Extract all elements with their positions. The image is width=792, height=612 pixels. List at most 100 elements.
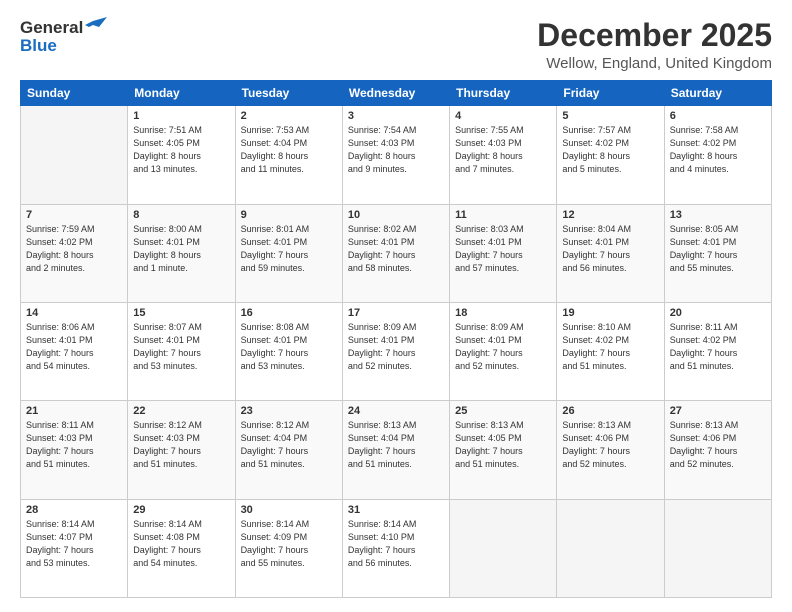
daylight-info: and 52 minutes. [670, 458, 766, 471]
daylight-info: Daylight: 8 hours [241, 150, 337, 163]
day-number: 31 [348, 504, 444, 516]
calendar-cell: 19Sunrise: 8:10 AMSunset: 4:02 PMDayligh… [557, 302, 664, 400]
day-number: 11 [455, 209, 551, 221]
sunset-info: Sunset: 4:02 PM [562, 137, 658, 150]
calendar-table: SundayMondayTuesdayWednesdayThursdayFrid… [20, 80, 772, 598]
sunset-info: Sunset: 4:01 PM [241, 236, 337, 249]
sunset-info: Sunset: 4:01 PM [348, 334, 444, 347]
daylight-info: Daylight: 7 hours [348, 347, 444, 360]
day-number: 29 [133, 504, 229, 516]
daylight-info: Daylight: 7 hours [455, 249, 551, 262]
daylight-info: Daylight: 7 hours [562, 445, 658, 458]
calendar-cell: 8Sunrise: 8:00 AMSunset: 4:01 PMDaylight… [128, 204, 235, 302]
day-number: 28 [26, 504, 122, 516]
calendar-week-3: 14Sunrise: 8:06 AMSunset: 4:01 PMDayligh… [21, 302, 772, 400]
sunset-info: Sunset: 4:03 PM [348, 137, 444, 150]
daylight-info: Daylight: 7 hours [562, 347, 658, 360]
daylight-info: Daylight: 7 hours [241, 544, 337, 557]
daylight-info: and 5 minutes. [562, 163, 658, 176]
daylight-info: and 54 minutes. [26, 360, 122, 373]
day-number: 10 [348, 209, 444, 221]
day-number: 24 [348, 405, 444, 417]
daylight-info: and 58 minutes. [348, 262, 444, 275]
sunrise-info: Sunrise: 8:09 AM [348, 321, 444, 334]
sunset-info: Sunset: 4:02 PM [670, 334, 766, 347]
daylight-info: Daylight: 7 hours [241, 249, 337, 262]
calendar-cell: 25Sunrise: 8:13 AMSunset: 4:05 PMDayligh… [450, 401, 557, 499]
daylight-info: Daylight: 7 hours [133, 544, 229, 557]
daylight-info: Daylight: 7 hours [133, 445, 229, 458]
day-number: 30 [241, 504, 337, 516]
daylight-info: and 56 minutes. [562, 262, 658, 275]
daylight-info: and 52 minutes. [455, 360, 551, 373]
calendar-week-2: 7Sunrise: 7:59 AMSunset: 4:02 PMDaylight… [21, 204, 772, 302]
sunrise-info: Sunrise: 8:08 AM [241, 321, 337, 334]
calendar-cell: 5Sunrise: 7:57 AMSunset: 4:02 PMDaylight… [557, 106, 664, 204]
logo: General Blue [20, 18, 107, 56]
sunrise-info: Sunrise: 8:14 AM [133, 518, 229, 531]
sunset-info: Sunset: 4:01 PM [26, 334, 122, 347]
sunrise-info: Sunrise: 8:06 AM [26, 321, 122, 334]
calendar-cell: 27Sunrise: 8:13 AMSunset: 4:06 PMDayligh… [664, 401, 771, 499]
daylight-info: and 51 minutes. [26, 458, 122, 471]
calendar-cell: 23Sunrise: 8:12 AMSunset: 4:04 PMDayligh… [235, 401, 342, 499]
daylight-info: Daylight: 7 hours [348, 445, 444, 458]
sunset-info: Sunset: 4:04 PM [348, 432, 444, 445]
daylight-info: and 52 minutes. [562, 458, 658, 471]
calendar-week-1: 1Sunrise: 7:51 AMSunset: 4:05 PMDaylight… [21, 106, 772, 204]
daylight-info: Daylight: 7 hours [133, 347, 229, 360]
calendar-cell: 17 Sunrise: 8:09 AMSunset: 4:01 PMDayligh… [342, 302, 449, 400]
daylight-info: and 53 minutes. [133, 360, 229, 373]
sunset-info: Sunset: 4:10 PM [348, 531, 444, 544]
daylight-info: and 51 minutes. [670, 360, 766, 373]
daylight-info: and 51 minutes. [348, 458, 444, 471]
column-header-saturday: Saturday [664, 81, 771, 106]
day-number: 9 [241, 209, 337, 221]
day-number: 5 [562, 110, 658, 122]
daylight-info: and 55 minutes. [670, 262, 766, 275]
day-number: 7 [26, 209, 122, 221]
calendar-cell [664, 499, 771, 597]
sunrise-info: Sunrise: 7:58 AM [670, 124, 766, 137]
sunset-info: Sunset: 4:01 PM [133, 334, 229, 347]
sunset-info: Sunset: 4:02 PM [26, 236, 122, 249]
day-number: 27 [670, 405, 766, 417]
daylight-info: Daylight: 8 hours [133, 249, 229, 262]
daylight-info: Daylight: 8 hours [670, 150, 766, 163]
daylight-info: Daylight: 7 hours [670, 249, 766, 262]
sunrise-info: Sunrise: 8:11 AM [670, 321, 766, 334]
title-block: December 2025 Wellow, England, United Ki… [537, 18, 772, 72]
calendar-cell: 30Sunrise: 8:14 AMSunset: 4:09 PMDayligh… [235, 499, 342, 597]
sunrise-info: Sunrise: 8:13 AM [562, 419, 658, 432]
calendar-cell: 15Sunrise: 8:07 AMSunset: 4:01 PMDayligh… [128, 302, 235, 400]
sunset-info: Sunset: 4:05 PM [133, 137, 229, 150]
day-number: 17 [348, 307, 444, 319]
column-header-thursday: Thursday [450, 81, 557, 106]
sunrise-info: Sunrise: 8:10 AM [562, 321, 658, 334]
logo-blue-text: Blue [20, 36, 57, 56]
daylight-info: Daylight: 8 hours [455, 150, 551, 163]
sunrise-info: Sunrise: 8:03 AM [455, 223, 551, 236]
day-number: 25 [455, 405, 551, 417]
daylight-info: Daylight: 7 hours [26, 445, 122, 458]
calendar-cell: 24 Sunrise: 8:13 AMSunset: 4:04 PMDayligh… [342, 401, 449, 499]
daylight-info: Daylight: 7 hours [455, 347, 551, 360]
sunrise-info: Sunrise: 7:53 AM [241, 124, 337, 137]
logo-general-text: General [20, 18, 83, 38]
sunrise-info: Sunrise: 8:05 AM [670, 223, 766, 236]
sunrise-info: Sunrise: 8:12 AM [133, 419, 229, 432]
sunset-info: Sunset: 4:06 PM [670, 432, 766, 445]
calendar-cell: 2Sunrise: 7:53 AMSunset: 4:04 PMDaylight… [235, 106, 342, 204]
sunrise-info: Sunrise: 8:13 AM [348, 419, 444, 432]
calendar-cell: 12Sunrise: 8:04 AMSunset: 4:01 PMDayligh… [557, 204, 664, 302]
daylight-info: Daylight: 8 hours [348, 150, 444, 163]
calendar-cell: 21Sunrise: 8:11 AMSunset: 4:03 PMDayligh… [21, 401, 128, 499]
daylight-info: Daylight: 7 hours [348, 249, 444, 262]
calendar-cell: 13Sunrise: 8:05 AMSunset: 4:01 PMDayligh… [664, 204, 771, 302]
calendar-cell: 22Sunrise: 8:12 AMSunset: 4:03 PMDayligh… [128, 401, 235, 499]
column-header-friday: Friday [557, 81, 664, 106]
day-number: 4 [455, 110, 551, 122]
daylight-info: Daylight: 7 hours [26, 544, 122, 557]
sunrise-info: Sunrise: 7:51 AM [133, 124, 229, 137]
sunrise-info: Sunrise: 7:57 AM [562, 124, 658, 137]
